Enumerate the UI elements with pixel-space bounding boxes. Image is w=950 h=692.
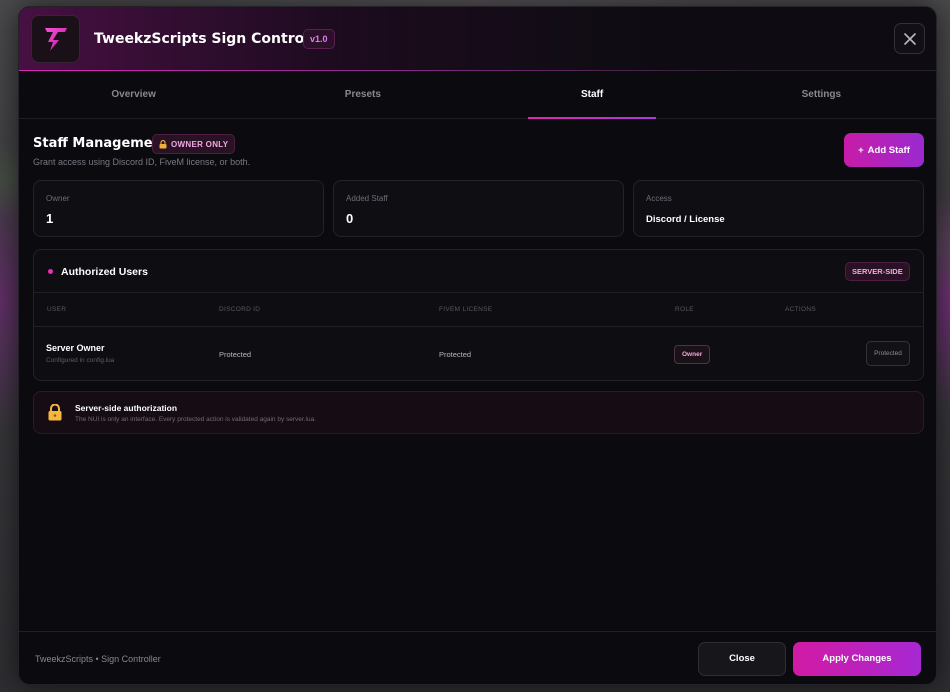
authorization-notice: Server-side authorization The NUI is onl… bbox=[33, 391, 924, 434]
tab-presets[interactable]: Presets bbox=[248, 71, 477, 118]
tab-settings[interactable]: Settings bbox=[707, 71, 936, 118]
tab-overview[interactable]: Overview bbox=[19, 71, 248, 118]
server-side-badge: SERVER-SIDE bbox=[845, 262, 910, 281]
column-header-fivem-license: FIVEM LICENSE bbox=[439, 306, 493, 313]
notice-text: The NUI is only an interface. Every prot… bbox=[75, 416, 316, 423]
notice-title: Server-side authorization bbox=[75, 403, 178, 413]
section-subtitle: Grant access using Discord ID, FiveM lic… bbox=[33, 157, 251, 167]
fivem-license-cell: Protected bbox=[439, 350, 472, 359]
panel-title: Authorized Users bbox=[61, 266, 148, 278]
column-header-discord-id: DISCORD ID bbox=[219, 306, 261, 313]
close-window-button[interactable] bbox=[894, 23, 925, 54]
sign-controller-window: TweekzScripts Sign Controller v1.0 Overv… bbox=[18, 6, 937, 685]
apply-changes-button[interactable]: Apply Changes bbox=[793, 642, 921, 676]
discord-id-cell: Protected bbox=[219, 350, 252, 359]
tab-bar: Overview Presets Staff Settings bbox=[19, 71, 936, 119]
table-row: Server Owner Configured in config.lua Pr… bbox=[34, 327, 923, 382]
add-staff-button[interactable]: + Add Staff bbox=[844, 133, 924, 167]
status-dot-icon bbox=[48, 269, 53, 274]
protected-action-button[interactable]: Protected bbox=[866, 341, 910, 366]
user-source: Configured in config.lua bbox=[46, 357, 115, 364]
stat-label: Access bbox=[646, 194, 672, 203]
authorized-users-panel: Authorized Users SERVER-SIDE USER DISCOR… bbox=[33, 249, 924, 381]
stat-value: Discord / License bbox=[646, 214, 725, 225]
stat-card-owner: Owner 1 bbox=[33, 180, 324, 237]
user-name: Server Owner bbox=[46, 343, 105, 353]
tab-staff[interactable]: Staff bbox=[478, 71, 707, 118]
stat-value: 0 bbox=[346, 211, 354, 226]
footer-text: TweekzScripts • Sign Controller bbox=[35, 654, 161, 664]
column-header-actions: ACTIONS bbox=[785, 306, 816, 313]
lock-icon bbox=[48, 404, 62, 421]
plus-icon: + bbox=[858, 144, 864, 156]
close-button[interactable]: Close bbox=[698, 642, 786, 676]
stat-label: Owner bbox=[46, 194, 70, 203]
version-badge: v1.0 bbox=[303, 29, 335, 49]
stat-card-added-staff: Added Staff 0 bbox=[333, 180, 624, 237]
role-badge: Owner bbox=[674, 345, 711, 364]
app-title: TweekzScripts Sign Controller bbox=[94, 31, 331, 47]
lock-icon bbox=[159, 139, 167, 148]
column-header-role: ROLE bbox=[675, 306, 694, 313]
lightning-t-logo-icon bbox=[31, 15, 80, 63]
owner-only-badge: OWNER ONLY bbox=[152, 134, 236, 154]
window-footer: TweekzScripts • Sign Controller Close Ap… bbox=[19, 631, 936, 684]
add-staff-label: Add Staff bbox=[867, 144, 910, 156]
stat-value: 1 bbox=[46, 211, 54, 226]
window-header: TweekzScripts Sign Controller v1.0 bbox=[19, 7, 936, 71]
table-header: USER DISCORD ID FIVEM LICENSE ROLE ACTIO… bbox=[34, 293, 923, 327]
close-icon bbox=[903, 32, 916, 45]
section-title: Staff Management bbox=[33, 136, 169, 151]
owner-only-label: OWNER ONLY bbox=[171, 139, 229, 149]
stat-label: Added Staff bbox=[346, 194, 388, 203]
panel-header: Authorized Users SERVER-SIDE bbox=[34, 250, 923, 293]
column-header-user: USER bbox=[47, 306, 67, 313]
stat-card-access: Access Discord / License bbox=[633, 180, 924, 237]
